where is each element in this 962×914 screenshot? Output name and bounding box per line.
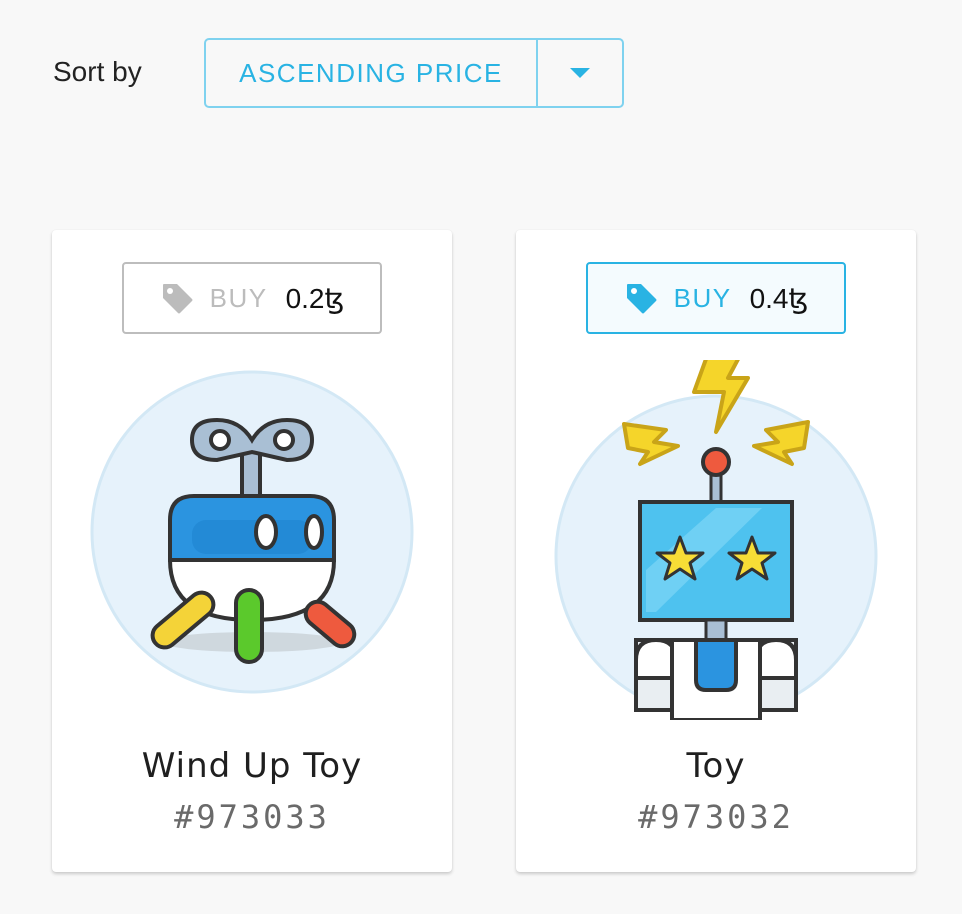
sort-selected-value: ASCENDING PRICE: [239, 57, 503, 88]
nft-card[interactable]: BUY 0.4ꜩ Toy #973032: [516, 230, 916, 872]
card-name: Wind Up Toy: [141, 746, 363, 786]
card-id: #973032: [638, 798, 794, 836]
buy-label: BUY: [209, 282, 268, 313]
sort-caret-button[interactable]: [536, 40, 622, 106]
wind-up-toy-icon: [90, 370, 414, 694]
card-id: #973033: [174, 798, 330, 836]
price-value: 0.4ꜩ: [749, 282, 809, 314]
sort-label: Sort by: [53, 56, 142, 87]
robot-toy-icon: [554, 360, 878, 720]
price-tag-icon: [626, 284, 657, 314]
card-name: Toy: [686, 746, 746, 786]
sort-dropdown[interactable]: ASCENDING PRICE: [204, 38, 624, 108]
buy-button[interactable]: BUY 0.4ꜩ: [586, 262, 846, 334]
buy-label: BUY: [673, 282, 732, 313]
nft-card[interactable]: BUY 0.2ꜩ Wind Up Toy #973033: [52, 230, 452, 872]
buy-button[interactable]: BUY 0.2ꜩ: [122, 262, 382, 334]
chevron-down-icon: [570, 68, 590, 78]
price-value: 0.2ꜩ: [285, 282, 345, 314]
price-tag-icon: [162, 284, 193, 314]
